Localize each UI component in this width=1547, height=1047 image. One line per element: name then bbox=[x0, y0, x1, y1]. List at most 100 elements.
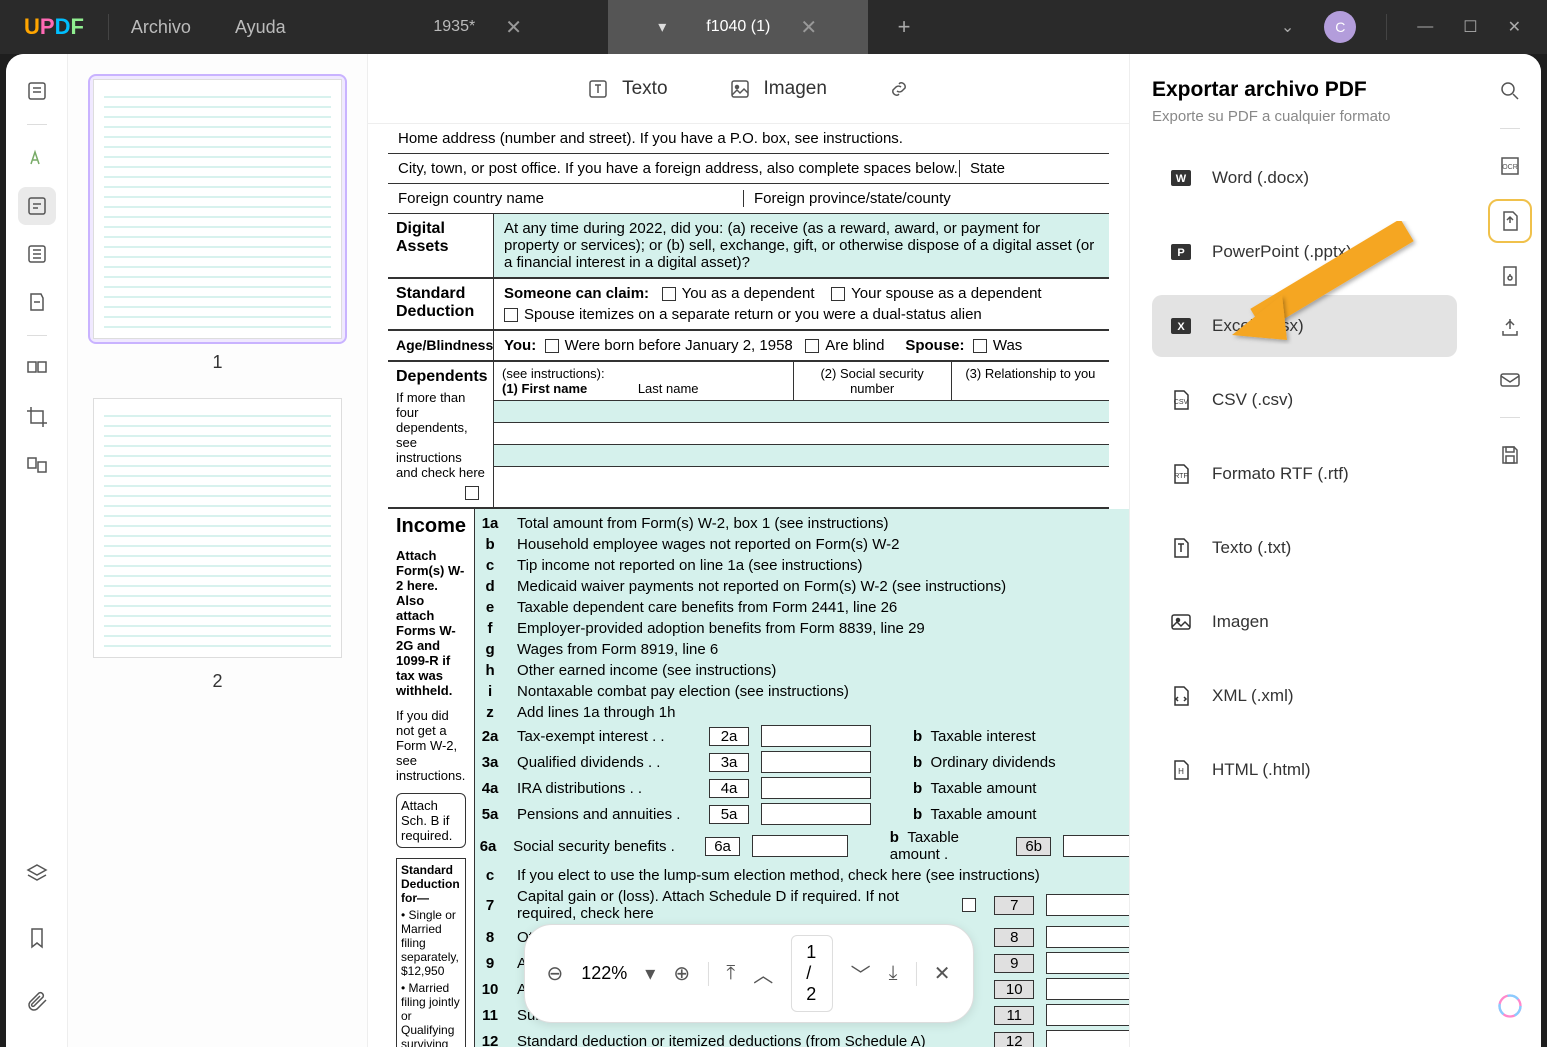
export-label: Texto (.txt) bbox=[1212, 538, 1291, 558]
excel-icon: X bbox=[1168, 313, 1194, 339]
export-image[interactable]: Imagen bbox=[1152, 591, 1457, 653]
dependents-label: Dependents bbox=[396, 368, 485, 386]
first-page-button[interactable]: ⤒ bbox=[726, 962, 735, 985]
image-icon bbox=[1168, 609, 1194, 635]
export-icon[interactable] bbox=[1488, 199, 1532, 243]
reader-tool[interactable] bbox=[18, 72, 56, 110]
export-label: Imagen bbox=[1212, 612, 1269, 632]
export-label: HTML (.html) bbox=[1212, 760, 1311, 780]
powerpoint-icon: P bbox=[1168, 239, 1194, 265]
next-page-button[interactable]: ﹀ bbox=[851, 959, 871, 988]
last-page-button[interactable]: ⤓ bbox=[889, 962, 898, 985]
close-icon[interactable]: ✕ bbox=[505, 15, 522, 40]
minimize-button[interactable]: — bbox=[1417, 18, 1433, 36]
tab-label: f1040 (1) bbox=[706, 18, 770, 36]
svg-text:OCR: OCR bbox=[1502, 164, 1518, 171]
export-label: PowerPoint (.pptx) bbox=[1212, 242, 1352, 262]
pdf-page[interactable]: Home address (number and street). If you… bbox=[368, 124, 1129, 1047]
export-excel[interactable]: X Excel (.xlsx) bbox=[1152, 295, 1457, 357]
zoom-out-button[interactable]: ⊖ bbox=[546, 961, 563, 986]
zoom-in-button[interactable]: ⊕ bbox=[673, 961, 690, 986]
attachment-icon[interactable] bbox=[18, 983, 56, 1021]
tab-f1040[interactable]: ▾ f1040 (1) ✕ bbox=[608, 0, 868, 54]
text-icon bbox=[1168, 535, 1194, 561]
thumbnail-page-2[interactable] bbox=[88, 393, 347, 663]
ocr-icon[interactable]: OCR bbox=[1491, 147, 1529, 185]
form-tool[interactable] bbox=[18, 235, 56, 273]
edit-toolbar: Texto Imagen bbox=[368, 54, 1129, 124]
organize-tool[interactable] bbox=[18, 350, 56, 388]
export-label: XML (.xml) bbox=[1212, 686, 1294, 706]
save-icon[interactable] bbox=[1491, 436, 1529, 474]
thumbnail-num: 2 bbox=[88, 671, 347, 692]
std-deduction-label: Standard Deduction bbox=[388, 279, 493, 329]
email-icon[interactable] bbox=[1491, 361, 1529, 399]
text-tool-label: Texto bbox=[622, 78, 667, 100]
link-tool[interactable] bbox=[887, 77, 911, 101]
highlight-tool[interactable] bbox=[18, 139, 56, 177]
svg-text:X: X bbox=[1177, 321, 1185, 333]
titlebar: UPDF Archivo Ayuda 1935* ✕ ▾ f1040 (1) ✕… bbox=[0, 0, 1547, 54]
protect-icon[interactable] bbox=[1491, 257, 1529, 295]
export-csv[interactable]: CSV CSV (.csv) bbox=[1152, 369, 1457, 431]
export-xml[interactable]: XML (.xml) bbox=[1152, 665, 1457, 727]
crop-tool[interactable] bbox=[18, 398, 56, 436]
digital-assets-label: Digital Assets bbox=[388, 214, 493, 277]
thumbnail-panel: 1 2 bbox=[68, 54, 368, 1047]
share-icon[interactable] bbox=[1491, 309, 1529, 347]
export-label: Excel (.xlsx) bbox=[1212, 316, 1304, 336]
annotate-tool[interactable] bbox=[18, 283, 56, 321]
tab-1935[interactable]: 1935* ✕ bbox=[348, 0, 608, 54]
svg-text:H: H bbox=[1178, 767, 1184, 776]
close-bar-button[interactable]: ✕ bbox=[934, 961, 951, 986]
thumbnail-num: 1 bbox=[88, 352, 347, 373]
prev-page-button[interactable]: ︿ bbox=[753, 959, 773, 988]
right-toolbar: OCR bbox=[1479, 54, 1541, 1047]
left-toolbar bbox=[6, 54, 68, 1047]
form-field: City, town, or post office. If you have … bbox=[388, 154, 1109, 184]
export-title: Exportar archivo PDF bbox=[1152, 78, 1457, 102]
image-tool-label: Imagen bbox=[764, 78, 827, 100]
maximize-button[interactable]: ☐ bbox=[1463, 17, 1477, 37]
menu-file[interactable]: Archivo bbox=[109, 17, 213, 38]
svg-text:P: P bbox=[1177, 247, 1184, 259]
image-tool[interactable]: Imagen bbox=[728, 77, 827, 101]
menu-help[interactable]: Ayuda bbox=[213, 17, 308, 38]
dropdown-icon[interactable]: ▾ bbox=[658, 17, 666, 37]
export-html[interactable]: H HTML (.html) bbox=[1152, 739, 1457, 801]
search-icon[interactable] bbox=[1491, 72, 1529, 110]
edit-text-tool[interactable] bbox=[18, 187, 56, 225]
zoom-level: 122% bbox=[581, 963, 627, 984]
app-logo: UPDF bbox=[0, 14, 108, 40]
tab-label: 1935* bbox=[433, 18, 475, 36]
export-text[interactable]: Texto (.txt) bbox=[1152, 517, 1457, 579]
form-field: Home address (number and street). If you… bbox=[388, 124, 1109, 154]
bookmark-icon[interactable] bbox=[18, 919, 56, 957]
thumbnail-page-1[interactable] bbox=[88, 74, 347, 344]
export-word[interactable]: W Word (.docx) bbox=[1152, 147, 1457, 209]
income-label: Income bbox=[396, 515, 466, 538]
text-tool[interactable]: Texto bbox=[586, 77, 667, 101]
zoom-dropdown[interactable]: ▾ bbox=[645, 961, 655, 986]
chevron-down-icon[interactable]: ⌄ bbox=[1281, 17, 1294, 37]
svg-text:CSV: CSV bbox=[1174, 399, 1189, 406]
avatar[interactable]: C bbox=[1324, 11, 1356, 43]
digital-assets-text: At any time during 2022, did you: (a) re… bbox=[493, 214, 1109, 277]
age-label: Age/Blindness bbox=[388, 331, 493, 360]
layers-icon[interactable] bbox=[18, 855, 56, 893]
close-icon[interactable]: ✕ bbox=[800, 15, 817, 40]
word-icon: W bbox=[1168, 165, 1194, 191]
export-label: Formato RTF (.rtf) bbox=[1212, 464, 1349, 484]
form-field: Foreign country name Foreign province/st… bbox=[388, 184, 1109, 214]
export-panel: Exportar archivo PDF Exporte su PDF a cu… bbox=[1129, 54, 1479, 1047]
close-button[interactable]: ✕ bbox=[1508, 17, 1521, 37]
page-indicator[interactable]: 1 / 2 bbox=[791, 935, 832, 1012]
compress-tool[interactable] bbox=[18, 446, 56, 484]
new-tab-button[interactable]: + bbox=[868, 0, 941, 54]
svg-text:RTF: RTF bbox=[1174, 473, 1187, 480]
export-rtf[interactable]: RTF Formato RTF (.rtf) bbox=[1152, 443, 1457, 505]
csv-icon: CSV bbox=[1168, 387, 1194, 413]
ai-icon[interactable] bbox=[1491, 987, 1529, 1025]
html-icon: H bbox=[1168, 757, 1194, 783]
export-powerpoint[interactable]: P PowerPoint (.pptx) bbox=[1152, 221, 1457, 283]
